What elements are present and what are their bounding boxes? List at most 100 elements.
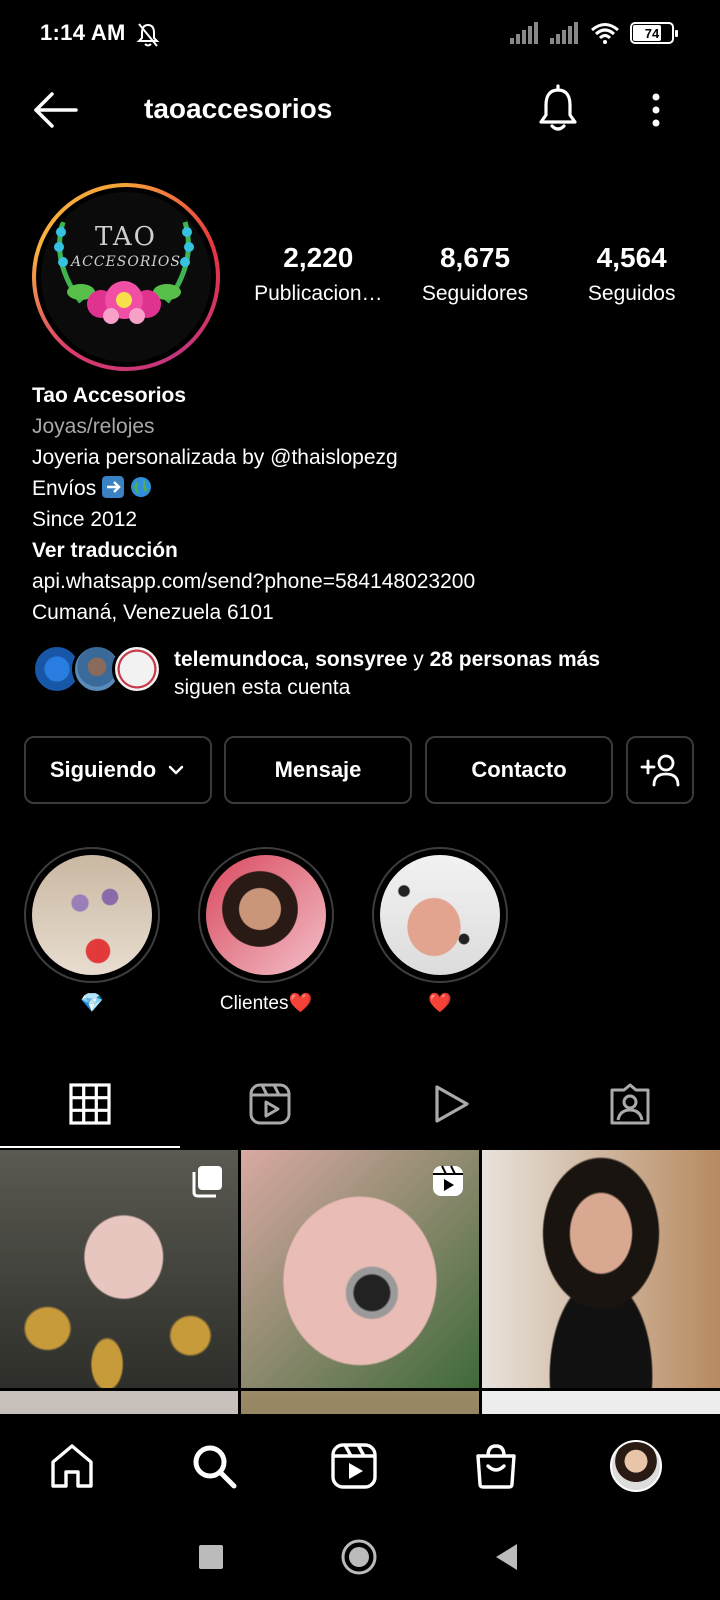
circle-icon — [341, 1539, 377, 1575]
post-thumbnail-3[interactable] — [482, 1150, 720, 1388]
notification-bell-icon[interactable] — [534, 84, 582, 134]
avatar-border: TAO ACCESORIOS — [36, 187, 216, 367]
highlight-image — [380, 855, 500, 975]
followers-label: Seguidores — [421, 282, 529, 305]
nav-search[interactable] — [184, 1438, 244, 1494]
add-user-icon — [640, 754, 680, 787]
chevron-down-icon — [168, 765, 184, 775]
status-time: 1:14 AM — [40, 20, 126, 45]
stat-following[interactable]: 4,564 Seguidos — [553, 242, 710, 306]
reels-icon — [331, 1443, 377, 1489]
home-icon — [51, 1444, 93, 1488]
avatar-image: TAO ACCESORIOS — [41, 192, 211, 362]
stat-followers[interactable]: 8,675 Seguidores — [397, 242, 554, 306]
followed-by-connector: y — [413, 648, 424, 671]
system-navigation-bar — [0, 1514, 720, 1600]
back-triangle-icon — [496, 1544, 517, 1570]
highlight-ring — [198, 847, 334, 983]
carousel-icon — [192, 1166, 222, 1198]
highlight-ring — [24, 847, 160, 983]
followed-by-names: telemundoca, sonsyree — [174, 648, 408, 671]
followed-by-text: telemundoca, sonsyree y 28 personas más … — [174, 646, 600, 702]
reels-icon — [249, 1083, 291, 1125]
suggest-users-button[interactable] — [626, 736, 694, 804]
tab-reels[interactable] — [180, 1062, 360, 1146]
following-count: 4,564 — [596, 242, 667, 273]
stat-posts[interactable]: 2,220 Publicacion… — [240, 242, 397, 306]
highlight-label: Clientes❤️ — [219, 993, 313, 1014]
back-arrow-icon[interactable] — [30, 88, 80, 132]
shopping-bag-icon — [476, 1444, 516, 1489]
tab-videos[interactable] — [360, 1062, 540, 1146]
signal-icon-2 — [550, 22, 578, 44]
following-label: Seguidos — [587, 282, 676, 305]
square-icon — [199, 1545, 223, 1569]
message-button[interactable]: Mensaje — [224, 736, 412, 804]
translate-link[interactable]: Ver traducción — [32, 535, 692, 566]
recent-apps-button[interactable] — [186, 1534, 236, 1580]
contact-button[interactable]: Contacto — [425, 736, 613, 804]
profile-avatar[interactable]: TAO ACCESORIOS — [32, 183, 220, 371]
highlight-3[interactable]: ❤️ — [372, 847, 508, 1017]
right-arrow-emoji-icon — [102, 476, 125, 498]
nav-reels[interactable] — [324, 1438, 384, 1494]
following-button[interactable]: Siguiendo — [24, 736, 212, 804]
instagram-profile-screen: 1:14 AM 74 taoaccesorios TAO ACCESORIOS … — [0, 0, 720, 1600]
bio-line-1: Joyeria personalizada by @thaislopezg — [32, 446, 398, 469]
following-button-label: Siguiendo — [49, 757, 157, 782]
post-thumbnail-2[interactable] — [241, 1150, 479, 1388]
highlight-image — [206, 855, 326, 975]
profile-tabs — [0, 1062, 720, 1148]
nav-profile[interactable] — [606, 1438, 666, 1494]
profile-category[interactable]: Joyas/relojes — [32, 411, 692, 442]
profile-display-name: Tao Accesorios — [32, 384, 187, 407]
contact-button-label: Contacto — [471, 757, 567, 782]
bottom-navigation — [0, 1414, 720, 1514]
bio-website-link[interactable]: api.whatsapp.com/send?phone=584148023200 — [32, 566, 692, 597]
more-options-icon[interactable] — [636, 88, 676, 132]
status-bar: 1:14 AM 74 — [0, 0, 720, 70]
battery-level: 74 — [644, 25, 660, 41]
highlight-label: ❤️ — [428, 993, 452, 1014]
profile-actions: Siguiendo Mensaje Contacto — [24, 736, 696, 804]
highlight-1[interactable]: 💎 — [24, 847, 160, 1017]
bio-line-3: Since 2012 — [32, 508, 138, 531]
post-thumbnail-4[interactable] — [0, 1391, 238, 1414]
status-icons: 74 — [510, 22, 678, 44]
tagged-person-icon — [610, 1083, 650, 1125]
active-tab-indicator — [0, 1146, 180, 1148]
message-button-label: Mensaje — [274, 757, 362, 782]
mute-bell-icon — [136, 23, 160, 47]
post-thumbnail-6[interactable] — [482, 1391, 720, 1414]
search-icon — [193, 1445, 237, 1489]
highlight-2[interactable]: Clientes❤️ — [198, 847, 334, 1017]
globe-emoji-icon — [130, 477, 151, 497]
tab-tagged[interactable] — [540, 1062, 720, 1146]
followed-by-others: 28 personas más — [429, 648, 601, 671]
back-system-button[interactable] — [482, 1534, 532, 1580]
home-system-button[interactable] — [334, 1534, 384, 1580]
play-icon — [435, 1085, 469, 1123]
profile-avatar-icon — [610, 1440, 662, 1492]
story-highlights: 💎 Clientes❤️ ❤️ — [24, 847, 704, 1017]
flower-wreath-graphic — [54, 221, 194, 324]
followed-by-line-2: siguen esta cuenta — [174, 676, 351, 699]
post-thumbnail-1[interactable] — [0, 1150, 238, 1388]
tab-posts-grid[interactable] — [0, 1062, 180, 1146]
wifi-icon — [591, 23, 619, 44]
follower-avatar-3 — [112, 644, 162, 694]
highlight-label: 💎 — [80, 993, 104, 1014]
nav-home[interactable] — [42, 1438, 102, 1494]
profile-username: taoaccesorios — [144, 93, 333, 124]
reel-badge-icon — [433, 1165, 463, 1196]
profile-bio: Tao Accesorios Joyas/relojes Joyeria per… — [32, 380, 692, 628]
bio-location[interactable]: Cumaná, Venezuela 6101 — [32, 597, 692, 628]
posts-count: 2,220 — [283, 242, 354, 273]
post-thumbnail-5[interactable] — [241, 1391, 479, 1414]
signal-icon — [510, 22, 538, 44]
nav-shop[interactable] — [466, 1438, 526, 1494]
highlight-ring — [372, 847, 508, 983]
grid-icon — [69, 1083, 111, 1125]
followed-by-row[interactable]: telemundoca, sonsyree y 28 personas más … — [32, 640, 692, 702]
posts-grid — [0, 1150, 720, 1414]
